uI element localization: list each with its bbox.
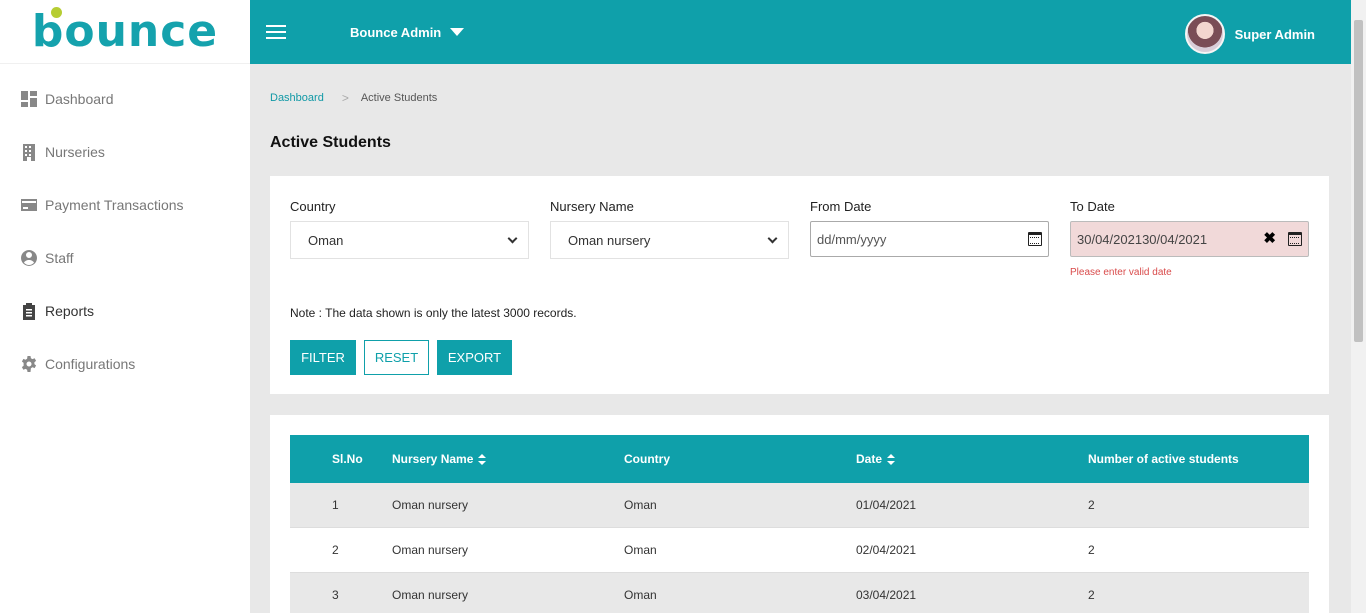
cell-date: 03/04/2021 bbox=[856, 588, 917, 602]
avatar bbox=[1184, 14, 1225, 54]
breadcrumb: Dashboard > Active Students bbox=[270, 91, 437, 105]
filter-button[interactable]: FILTER bbox=[290, 340, 356, 375]
dashboard-icon bbox=[20, 90, 38, 108]
records-note: Note : The data shown is only the latest… bbox=[290, 306, 577, 320]
sidebar-item-payment-transactions[interactable]: Payment Transactions bbox=[0, 178, 250, 231]
table-row: 2 Oman nursery Oman 02/04/2021 2 bbox=[290, 528, 1309, 573]
cell-sl-no: 2 bbox=[332, 543, 339, 557]
to-date-error: Please enter valid date bbox=[1070, 267, 1172, 278]
country-select[interactable]: Oman bbox=[290, 221, 529, 259]
cell-nursery: Oman nursery bbox=[392, 498, 469, 512]
sidebar-item-label: Reports bbox=[45, 302, 95, 319]
main-content: Dashboard > Active Students Active Stude… bbox=[250, 64, 1351, 613]
table-row: 1 Oman nursery Oman 01/04/2021 2 bbox=[290, 483, 1309, 528]
nursery-select[interactable]: Oman nursery bbox=[550, 221, 789, 259]
sidebar-item-label: Staff bbox=[45, 249, 74, 266]
from-date-field: From Date dd/mm/yyyy bbox=[810, 199, 1049, 257]
nursery-field: Nursery Name Oman nursery bbox=[550, 199, 789, 259]
user-circle-icon bbox=[20, 249, 38, 267]
cell-country: Oman bbox=[624, 498, 657, 512]
chevron-down-icon bbox=[507, 233, 518, 244]
building-icon bbox=[20, 143, 38, 161]
from-date-placeholder: dd/mm/yyyy bbox=[817, 231, 887, 247]
page-title: Active Students bbox=[270, 134, 391, 151]
active-students-table: Sl.No Nursery Name Country Date Number o… bbox=[290, 435, 1309, 613]
cell-date: 02/04/2021 bbox=[856, 543, 917, 557]
user-menu[interactable]: Super Admin bbox=[1184, 14, 1315, 54]
credit-card-icon bbox=[20, 196, 38, 214]
reset-button[interactable]: RESET bbox=[364, 340, 429, 375]
table-header: Sl.No Nursery Name Country Date Number o… bbox=[290, 435, 1309, 483]
cell-active-students: 2 bbox=[1088, 498, 1095, 512]
table-row: 3 Oman nursery Oman 03/04/2021 2 bbox=[290, 573, 1309, 613]
sidebar-item-label: Nurseries bbox=[45, 143, 105, 160]
breadcrumb-separator-icon: > bbox=[341, 91, 349, 105]
sort-icon[interactable] bbox=[478, 454, 487, 466]
cell-active-students: 2 bbox=[1088, 543, 1095, 557]
results-panel: Sl.No Nursery Name Country Date Number o… bbox=[270, 415, 1329, 613]
header-country: Country bbox=[624, 452, 670, 466]
caret-down-icon bbox=[450, 28, 465, 36]
to-date-field: To Date 30/04/202130/04/2021 ✖ Please en… bbox=[1070, 199, 1309, 278]
header-active-students: Number of active students bbox=[1088, 452, 1239, 466]
header-nursery-name[interactable]: Nursery Name bbox=[392, 452, 487, 466]
to-date-value: 30/04/202130/04/2021 bbox=[1077, 231, 1208, 247]
header-sl-no: Sl.No bbox=[332, 452, 363, 466]
sidebar-item-configurations[interactable]: Configurations bbox=[0, 337, 250, 390]
from-date-input[interactable]: dd/mm/yyyy bbox=[810, 221, 1049, 257]
nursery-value: Oman nursery bbox=[568, 232, 651, 248]
user-name: Super Admin bbox=[1234, 26, 1315, 42]
cell-nursery: Oman nursery bbox=[392, 543, 469, 557]
gear-icon bbox=[20, 355, 38, 373]
sidebar-item-reports[interactable]: Reports bbox=[0, 284, 250, 337]
logo[interactable]: bounce bbox=[0, 0, 250, 64]
breadcrumb-current: Active Students bbox=[360, 92, 438, 104]
cell-country: Oman bbox=[624, 543, 657, 557]
cell-date: 01/04/2021 bbox=[856, 498, 917, 512]
from-date-label: From Date bbox=[810, 199, 872, 214]
cell-country: Oman bbox=[624, 588, 657, 602]
clear-icon[interactable]: ✖ bbox=[1263, 231, 1276, 246]
chevron-down-icon bbox=[767, 233, 778, 244]
cell-sl-no: 1 bbox=[332, 498, 339, 512]
brand-name: Bounce Admin bbox=[350, 24, 442, 40]
sidebar-item-staff[interactable]: Staff bbox=[0, 231, 250, 284]
sidebar-item-label: Dashboard bbox=[45, 90, 114, 107]
brand-dropdown[interactable]: Bounce Admin bbox=[350, 24, 465, 40]
menu-toggle-icon[interactable] bbox=[266, 21, 286, 43]
sort-icon[interactable] bbox=[887, 454, 896, 466]
calendar-icon[interactable] bbox=[1028, 232, 1042, 246]
sidebar-item-label: Configurations bbox=[45, 355, 136, 372]
header-date[interactable]: Date bbox=[856, 452, 896, 466]
nursery-label: Nursery Name bbox=[550, 199, 634, 214]
export-button[interactable]: EXPORT bbox=[437, 340, 512, 375]
country-value: Oman bbox=[308, 232, 344, 248]
cell-active-students: 2 bbox=[1088, 588, 1095, 602]
top-bar: Bounce Admin Super Admin bbox=[250, 0, 1351, 64]
breadcrumb-dashboard-link[interactable]: Dashboard bbox=[270, 92, 324, 104]
scrollbar-thumb[interactable] bbox=[1354, 20, 1363, 342]
logo-dot-icon bbox=[50, 6, 62, 18]
cell-sl-no: 3 bbox=[332, 588, 339, 602]
page-scrollbar[interactable] bbox=[1351, 0, 1366, 613]
logo-text: bounce bbox=[31, 5, 219, 57]
sidebar-item-dashboard[interactable]: Dashboard bbox=[0, 72, 250, 125]
sidebar-item-nurseries[interactable]: Nurseries bbox=[0, 125, 250, 178]
to-date-input[interactable]: 30/04/202130/04/2021 ✖ bbox=[1070, 221, 1309, 257]
country-field: Country Oman bbox=[290, 199, 529, 259]
filter-panel: Country Oman Nursery Name Oman nursery F… bbox=[270, 176, 1329, 394]
calendar-icon[interactable] bbox=[1288, 232, 1302, 246]
sidebar-nav: Dashboard Nurseries Payment Transactions… bbox=[0, 64, 250, 390]
cell-nursery: Oman nursery bbox=[392, 588, 469, 602]
to-date-label: To Date bbox=[1070, 199, 1115, 214]
country-label: Country bbox=[290, 199, 336, 214]
sidebar: bounce Dashboard Nurseries Payment Trans… bbox=[0, 0, 250, 613]
clipboard-icon bbox=[20, 302, 38, 320]
sidebar-item-label: Payment Transactions bbox=[45, 196, 184, 213]
